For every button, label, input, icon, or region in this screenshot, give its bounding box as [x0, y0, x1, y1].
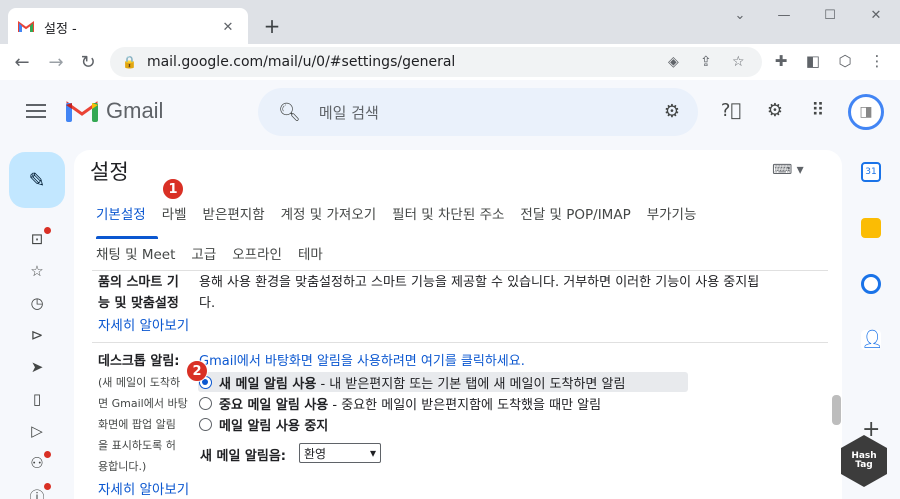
contacts-side-icon[interactable]: 👤︎ — [861, 330, 884, 350]
mail-notif-off-radio[interactable] — [199, 418, 212, 431]
maximize-icon[interactable]: ☐ — [816, 6, 844, 26]
sidepanel-icon[interactable]: ◧ — [802, 52, 824, 70]
new-mail-notif-option[interactable]: 새 메일 알림 사용 - 내 받은편지함 또는 기본 탭에 새 메일이 도착하면… — [219, 373, 625, 392]
tab-addons[interactable]: 부가기능 — [647, 203, 697, 223]
profile-icon[interactable]: ⬡ — [834, 52, 856, 70]
bookmark-star-icon[interactable]: ☆ — [732, 54, 745, 70]
chevron-down-icon[interactable]: ⌄ — [726, 6, 754, 26]
desktop-sub-label-4: 을 표시하도록 허 — [98, 439, 176, 452]
tab-labels[interactable]: 라벨 — [162, 203, 187, 223]
tab-inbox[interactable]: 받은편지함 — [203, 203, 265, 223]
enable-desktop-notif-link[interactable]: Gmail에서 바탕화면 알림을 사용하려면 여기를 클릭하세요. — [199, 351, 525, 372]
menu-kebab-icon[interactable]: ⋮ — [866, 52, 888, 70]
search-options-icon[interactable]: ⚙︎ — [664, 101, 680, 122]
tab-chat-meet[interactable]: 채팅 및 Meet — [96, 243, 175, 263]
settings-scrollbar[interactable] — [832, 395, 841, 425]
back-icon[interactable]: ← — [6, 46, 38, 78]
lock-icon: 🔒 — [122, 55, 137, 69]
settings-gear-icon[interactable]: ⚙ — [763, 100, 787, 121]
account-avatar[interactable]: ◨ — [848, 94, 884, 130]
active-tab-indicator — [96, 236, 158, 239]
tasks-icon[interactable] — [861, 274, 881, 294]
tab-offline[interactable]: 오프라인 — [232, 243, 282, 263]
browser-tabstrip: 설정 - ✕ + ⌄ — ☐ ✕ — [0, 0, 900, 46]
settings-tabs-row1: 기본설정 라벨 받은편지함 계정 및 가져오기 필터 및 차단된 주소 전달 및… — [96, 203, 712, 223]
notif-sound-select[interactable]: 환영 ▾ — [299, 443, 381, 463]
desktop-learn-more-link[interactable]: 자세히 알아보기 — [98, 478, 189, 498]
minimize-icon[interactable]: — — [770, 6, 798, 26]
starred-icon[interactable]: ☆ — [27, 262, 47, 280]
contacts-dot — [44, 451, 51, 458]
smart-features-text-1: 용해 사용 환경을 맞춤설정하고 스마트 기능을 제공할 수 있습니다. 거부하… — [199, 275, 760, 290]
important-icon[interactable]: ⊳ — [27, 326, 47, 344]
tab-title: 설정 - — [44, 21, 77, 37]
notif-sound-label: 새 메일 알림음: — [200, 449, 287, 464]
snoozed-clock-icon[interactable]: ◷ — [27, 294, 47, 312]
search-bar[interactable]: 🔍︎ 메일 검색 ⚙︎ — [258, 88, 698, 136]
keyboard-icon[interactable]: ⌨ ▾ — [772, 162, 804, 178]
window-close-icon[interactable]: ✕ — [862, 6, 890, 26]
new-tab-button[interactable]: + — [260, 14, 284, 38]
row-divider — [92, 342, 828, 343]
browser-tab[interactable]: 설정 - ✕ — [8, 8, 248, 46]
gmail-app: Gmail 🔍︎ 메일 검색 ⚙︎ ?⃝ ⚙ ⠿ ◨ ✎ ⊡ ☆ ◷ ⊳ ➤ ▯… — [0, 80, 900, 499]
page-title: 설정 — [90, 160, 129, 184]
drafts-icon[interactable]: ▯ — [27, 390, 47, 408]
search-input[interactable]: 메일 검색 — [319, 102, 379, 123]
tab-filters[interactable]: 필터 및 차단된 주소 — [392, 203, 504, 223]
desktop-notifications-label: 데스크톱 알림: — [98, 354, 180, 369]
gmail-m-icon — [66, 101, 98, 122]
smart-features-label-2: 능 및 맞춤설정 — [98, 296, 179, 311]
calendar-icon[interactable]: 31 — [861, 162, 881, 182]
chevron-down-icon: ▾ — [369, 446, 376, 460]
gmail-favicon-icon — [18, 21, 34, 32]
url-text: mail.google.com/mail/u/0/#settings/gener… — [146, 54, 456, 70]
tab-advanced[interactable]: 고급 — [191, 243, 216, 263]
gmail-logo-text: Gmail — [106, 98, 164, 123]
eye-icon[interactable]: ◈ — [668, 54, 679, 70]
gmail-logo[interactable]: Gmail — [66, 98, 163, 124]
label-icon[interactable]: ▷ — [27, 422, 47, 440]
mail-notif-off-option[interactable]: 메일 알림 사용 중지 — [219, 415, 328, 434]
smart-features-text-2: 다. — [199, 296, 216, 311]
share-icon[interactable]: ⇪ — [700, 54, 712, 70]
smart-learn-more-link[interactable]: 자세히 알아보기 — [98, 314, 189, 334]
browser-toolbar: ← → ↻ 🔒 mail.google.com/mail/u/0/#settin… — [0, 44, 900, 80]
notif-sound-value: 환영 — [304, 446, 327, 461]
step-badge-2: 2 — [186, 360, 208, 382]
keep-icon[interactable] — [861, 218, 881, 238]
apps-grid-icon[interactable]: ⠿ — [806, 100, 830, 121]
address-bar[interactable]: 🔒 mail.google.com/mail/u/0/#settings/gen… — [110, 47, 762, 77]
pencil-icon: ✎ — [28, 168, 46, 192]
tab-general[interactable]: 기본설정 — [96, 203, 146, 223]
compose-button[interactable]: ✎ — [9, 152, 65, 208]
tab-themes[interactable]: 테마 — [298, 243, 323, 263]
reload-icon[interactable]: ↻ — [72, 46, 104, 78]
sent-icon[interactable]: ➤ — [27, 358, 47, 376]
desktop-sub-label-5: 용합니다.) — [98, 460, 147, 473]
search-icon[interactable]: 🔍︎ — [278, 102, 301, 123]
desktop-sub-label-1: (새 메일이 도착하 — [98, 376, 181, 389]
settings-tabs-row2: 채팅 및 Meet 고급 오프라인 테마 — [96, 243, 339, 263]
main-menu-icon[interactable] — [26, 104, 46, 122]
inbox-unread-dot — [44, 227, 51, 234]
tab-forwarding[interactable]: 전달 및 POP/IMAP — [520, 203, 630, 223]
settings-panel: 설정 ⌨ ▾ 기본설정 라벨 받은편지함 계정 및 가져오기 필터 및 차단된 … — [74, 150, 842, 499]
desktop-sub-label-3: 화면에 팝업 알림 — [98, 418, 176, 431]
extensions-icon[interactable]: ✚ — [770, 52, 792, 70]
forward-icon[interactable]: → — [40, 46, 72, 78]
tab-close-icon[interactable]: ✕ — [218, 20, 238, 35]
info-dot — [44, 483, 51, 490]
desktop-sub-label-2: 면 Gmail에서 바탕 — [98, 397, 188, 410]
help-icon[interactable]: ?⃝ — [719, 100, 743, 121]
important-mail-notif-radio[interactable] — [199, 397, 212, 410]
tab-accounts[interactable]: 계정 및 가져오기 — [281, 203, 377, 223]
tabs-divider — [92, 270, 828, 271]
step-badge-1: 1 — [162, 178, 184, 200]
important-mail-notif-option[interactable]: 중요 메일 알림 사용 - 중요한 메일이 받은편지함에 도착했을 때만 알림 — [219, 394, 601, 413]
smart-features-label-1: 품의 스마트 기 — [98, 275, 179, 290]
